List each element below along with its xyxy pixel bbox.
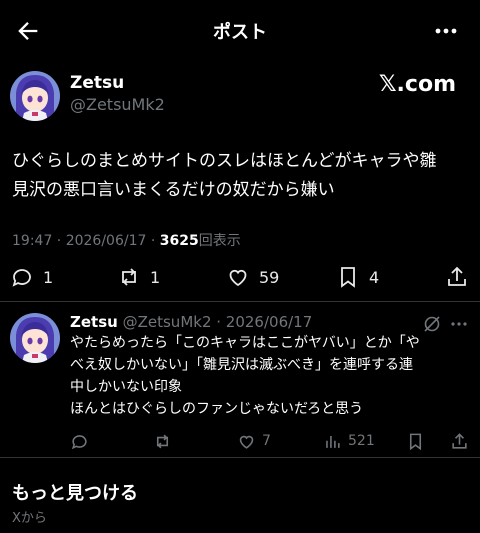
x-logo: 𝕏.com	[378, 72, 456, 97]
repost-icon	[156, 434, 169, 448]
repost-count: 1	[150, 267, 161, 287]
reply-more-icon[interactable]	[450, 316, 468, 330]
reply-text-line: べえ奴しかいない」「雛見沢は滅ぶべき」を連呼する連	[70, 357, 413, 373]
grok-icon[interactable]	[422, 314, 442, 334]
reply-button[interactable]: 1	[10, 262, 53, 292]
reply-reply-button[interactable]	[70, 426, 89, 456]
reply-like-count: 7	[262, 433, 271, 449]
reply-post[interactable]: Zetsu @ZetsuMk2 · 2026/06/17 やたらめったら「このキ…	[0, 302, 480, 456]
reply-text: やたらめったら「このキャラはここがヤバい」とか「や べえ奴しかいない」「雛見沢は…	[70, 332, 470, 420]
post-meta: 19:47 · 2026/06/17 · 3625回表示	[12, 230, 241, 250]
reply-icon	[12, 269, 31, 287]
page-title: ポスト	[213, 22, 267, 43]
reply-actions: 7 521	[0, 426, 480, 456]
bookmark-icon	[409, 433, 422, 450]
discover-more-heading: もっと見つける	[12, 483, 138, 504]
avatar[interactable]	[10, 71, 60, 121]
reply-bookmark-button[interactable]	[406, 426, 425, 456]
reply-author-name[interactable]: Zetsu	[70, 313, 118, 331]
reply-count: 1	[43, 267, 54, 287]
top-bar: ポスト	[0, 0, 480, 62]
author-name[interactable]: Zetsu	[70, 73, 124, 93]
repost-icon	[122, 268, 136, 286]
reply-views-count: 521	[348, 433, 375, 449]
post-text: ひぐらしのまとめサイトのスレはほとんどがキャラや雛 見沢の悪口言いまくるだけの奴…	[12, 147, 472, 205]
views-label: 回表示	[198, 233, 241, 249]
bookmark-button[interactable]: 4	[336, 262, 379, 292]
like-button[interactable]: 59	[226, 262, 279, 292]
reply-repost-button[interactable]	[153, 426, 172, 456]
reply-handle-date: @ZetsuMk2 · 2026/06/17	[122, 313, 313, 331]
like-icon	[229, 269, 247, 287]
post-text-line: ひぐらしのまとめサイトのスレはほとんどがキャラや雛	[12, 151, 437, 171]
views-count[interactable]: 3625	[160, 233, 199, 249]
more-icon[interactable]	[434, 21, 458, 41]
reply-like-button[interactable]: 7	[237, 426, 271, 456]
like-icon	[239, 435, 254, 449]
reply-icon	[71, 434, 87, 449]
share-icon	[448, 266, 466, 286]
like-count: 59	[259, 267, 280, 287]
reply-text-line: 中しかいない印象	[70, 379, 182, 395]
avatar[interactable]	[10, 313, 60, 363]
divider	[0, 457, 480, 458]
share-button[interactable]	[445, 262, 469, 292]
reply-share-button[interactable]	[450, 426, 469, 456]
post-actions: 1 1 59 4	[0, 262, 480, 292]
reply-header: Zetsu @ZetsuMk2 · 2026/06/17	[70, 313, 312, 331]
bookmark-icon	[341, 267, 355, 288]
author-handle[interactable]: @ZetsuMk2	[70, 95, 165, 114]
post-text-line: 見沢の悪口言いまくるだけの奴だから嫌い	[12, 180, 335, 200]
reply-views-button[interactable]: 521	[323, 426, 375, 456]
repost-button[interactable]: 1	[117, 262, 160, 292]
share-icon	[452, 432, 467, 449]
bookmark-count: 4	[369, 267, 380, 287]
post-timestamp: 19:47 · 2026/06/17 ·	[12, 233, 160, 249]
discover-more-subtitle: Xから	[12, 511, 47, 526]
reply-text-line: ほんとはひぐらしのファンじゃないだろと思う	[70, 401, 364, 417]
views-icon	[326, 435, 340, 448]
reply-text-line: やたらめったら「このキャラはここがヤバい」とか「や	[70, 335, 420, 351]
